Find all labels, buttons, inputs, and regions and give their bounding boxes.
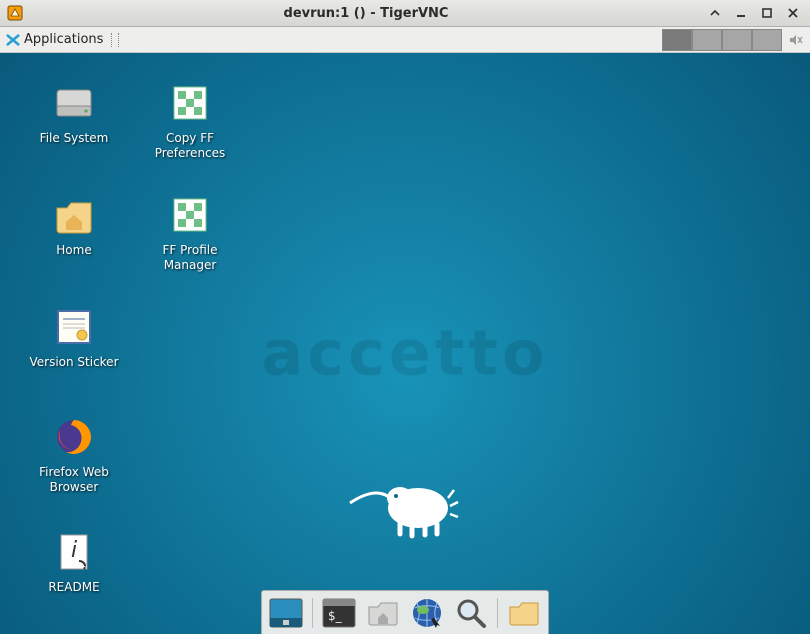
top-panel: Applications — [0, 27, 810, 53]
xfce-mouse-logo — [340, 458, 470, 548]
firefox-icon — [50, 413, 98, 461]
home-folder-icon — [50, 191, 98, 239]
dock-show-desktop[interactable] — [266, 594, 306, 632]
workspace-1[interactable] — [662, 29, 692, 51]
desktop-icon-label: README — [24, 580, 124, 595]
show-desktop-icon — [269, 598, 303, 628]
workspace-3[interactable] — [722, 29, 752, 51]
maximize-button[interactable] — [760, 6, 774, 20]
desktop-icon-label: File System — [24, 131, 124, 146]
vnc-titlebar: devrun:1 () - TigerVNC — [0, 0, 810, 27]
dock-file-manager[interactable] — [363, 594, 403, 632]
volume-muted-icon[interactable] — [782, 32, 810, 48]
desktop-icon-file-system[interactable]: File System — [24, 79, 124, 146]
applications-label: Applications — [24, 32, 103, 47]
dock-app-finder[interactable] — [451, 594, 491, 632]
dock-home-folder[interactable] — [504, 594, 544, 632]
xfce-logo-icon — [6, 33, 20, 47]
tigervnc-icon — [6, 4, 24, 22]
folder-icon — [507, 598, 541, 628]
magnifier-icon — [454, 596, 488, 630]
wallpaper-watermark: accetto — [261, 317, 548, 390]
desktop-icon-readme[interactable]: i README — [24, 528, 124, 595]
dock-separator — [497, 598, 498, 628]
desktop-icon-label: Home — [24, 243, 124, 258]
desktop-icon-label: Firefox Web Browser — [24, 465, 124, 495]
readme-icon: i — [50, 528, 98, 576]
script-icon — [166, 79, 214, 127]
minimize-button[interactable] — [734, 6, 748, 20]
rollup-button[interactable] — [708, 6, 722, 20]
desktop[interactable]: accetto File System Copy FF Preferences … — [0, 53, 810, 634]
certificate-icon — [50, 303, 98, 351]
desktop-icon-home[interactable]: Home — [24, 191, 124, 258]
desktop-icon-label: Copy FF Preferences — [140, 131, 240, 161]
desktop-icon-label: Version Sticker — [24, 355, 124, 370]
desktop-icon-copy-ff-preferences[interactable]: Copy FF Preferences — [140, 79, 240, 161]
script-icon — [166, 191, 214, 239]
bottom-dock: $_ — [261, 590, 549, 634]
file-manager-icon — [366, 598, 400, 628]
dock-web-browser[interactable] — [407, 594, 447, 632]
desktop-icon-firefox[interactable]: Firefox Web Browser — [24, 413, 124, 495]
drive-icon — [50, 79, 98, 127]
desktop-icon-version-sticker[interactable]: Version Sticker — [24, 303, 124, 370]
desktop-icon-ff-profile-manager[interactable]: FF Profile Manager — [140, 191, 240, 273]
globe-icon — [410, 596, 444, 630]
svg-text:$_: $_ — [328, 609, 343, 623]
dock-separator — [312, 598, 313, 628]
applications-menu[interactable]: Applications — [0, 27, 109, 52]
terminal-icon: $_ — [322, 598, 356, 628]
panel-handle[interactable] — [111, 33, 119, 47]
workspace-4[interactable] — [752, 29, 782, 51]
workspace-2[interactable] — [692, 29, 722, 51]
window-title: devrun:1 () - TigerVNC — [24, 6, 708, 21]
close-button[interactable] — [786, 6, 800, 20]
workspace-pager[interactable] — [662, 29, 782, 51]
dock-terminal[interactable]: $_ — [319, 594, 359, 632]
desktop-icon-label: FF Profile Manager — [140, 243, 240, 273]
svg-text:i: i — [71, 538, 77, 563]
